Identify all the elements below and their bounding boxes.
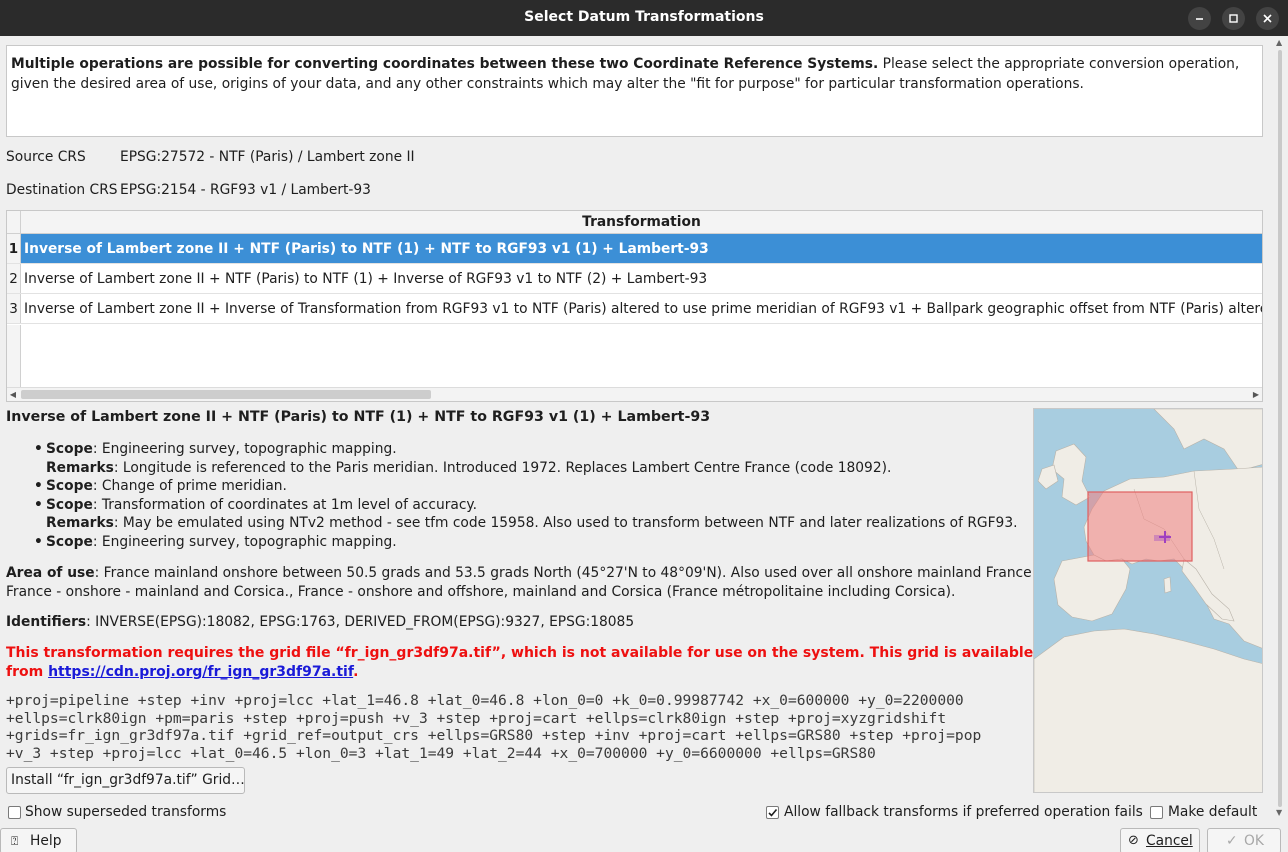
grid-download-link[interactable]: https://cdn.proj.org/fr_ign_gr3df97a.tif xyxy=(48,664,353,680)
remarks-line: Remarks: May be emulated using NTv2 meth… xyxy=(46,514,1018,533)
identifiers-value: : INVERSE(EPSG):18082, EPSG:1763, DERIVE… xyxy=(86,614,635,630)
scroll-up-icon[interactable]: ▲ xyxy=(1276,38,1282,47)
empty-row-gutter xyxy=(7,325,21,388)
ok-check-icon: ✓ xyxy=(1226,833,1238,849)
missing-grid-warning: This transformation requires the grid fi… xyxy=(6,644,1142,682)
description-box: Multiple operations are possible for con… xyxy=(6,45,1263,137)
list-item: • Scope: Transformation of coordinates a… xyxy=(34,496,1018,533)
table-row[interactable]: 1 Inverse of Lambert zone II + NTF (Pari… xyxy=(7,234,1262,264)
make-default-checkbox[interactable] xyxy=(1150,806,1163,819)
row-text: Inverse of Lambert zone II + NTF (Paris)… xyxy=(24,271,708,287)
dialog-vertical-scrollbar[interactable]: ▲ ▼ xyxy=(1272,36,1288,821)
row-text: Inverse of Lambert zone II + NTF (Paris)… xyxy=(21,234,1262,263)
scope-value: : Engineering survey, topographic mappin… xyxy=(92,441,397,457)
area-of-use-label: Area of use xyxy=(6,565,95,581)
remarks-value: : Longitude is referenced to the Paris m… xyxy=(113,459,892,476)
scope-label: Scope xyxy=(46,533,93,550)
bullet-icon: • xyxy=(34,478,43,495)
list-item: • Scope: Engineering survey, topographic… xyxy=(34,440,1017,478)
list-item: • Scope: Change of prime meridian. xyxy=(34,477,1017,496)
destination-crs-label: Destination CRS xyxy=(6,182,118,198)
cancel-icon: ⊘ xyxy=(1128,833,1139,848)
scroll-left-icon[interactable]: ◀ xyxy=(7,388,19,401)
warning-text: This transformation requires the grid fi… xyxy=(6,645,1142,661)
row-number: 3 xyxy=(7,294,21,323)
destination-crs-value: EPSG:2154 - RGF93 v1 / Lambert-93 xyxy=(120,182,371,198)
row-number: 1 xyxy=(7,234,21,263)
proj-line: +grids=fr_ign_gr3df97a.tif +grid_ref=out… xyxy=(6,727,982,744)
proj-pipeline-text: +proj=pipeline +step +inv +proj=lcc +lat… xyxy=(6,692,981,762)
area-of-use-map xyxy=(1033,408,1263,793)
cancel-label: Cancel xyxy=(1146,833,1193,849)
allow-fallback-checkbox[interactable] xyxy=(766,806,779,819)
window-titlebar: Select Datum Transformations xyxy=(0,0,1288,36)
remarks-line: Remarks: Longitude is referenced to the … xyxy=(46,459,1017,478)
area-of-use-value: : France mainland onshore between 50.5 g… xyxy=(94,565,1041,581)
bullet-icon: • xyxy=(34,441,43,457)
area-of-use-value-2: France - onshore - mainland and Corsica.… xyxy=(6,583,956,600)
remarks-value: : May be emulated using NTv2 method - se… xyxy=(113,515,1018,532)
transformation-column-header[interactable]: Transformation xyxy=(21,214,1262,230)
row-number: 2 xyxy=(7,264,21,293)
proj-line: +ellps=clrk80ign +pm=paris +step +proj=p… xyxy=(6,709,947,727)
minimize-icon xyxy=(1196,18,1203,20)
map-graphic xyxy=(1034,409,1262,792)
remarks-label: Remarks xyxy=(46,515,114,532)
row-text: Inverse of Lambert zone II + Inverse of … xyxy=(24,301,1262,317)
bullet-icon: • xyxy=(34,496,43,513)
warning-from: from xyxy=(6,664,49,680)
table-horizontal-scrollbar[interactable]: ◀ ▶ xyxy=(7,387,1262,401)
help-label: Help xyxy=(30,833,62,849)
description-bold: Multiple operations are possible for con… xyxy=(11,56,879,72)
help-icon: ⍰ xyxy=(11,834,19,848)
cancel-button[interactable]: ⊘ Cancel xyxy=(1120,828,1200,852)
scope-list: • Scope: Engineering survey, topographic… xyxy=(34,440,1018,552)
details-title: Inverse of Lambert zone II + NTF (Paris)… xyxy=(6,409,711,425)
scope-value: : Transformation of coordinates at 1m le… xyxy=(92,496,477,513)
bullet-icon: • xyxy=(34,533,43,550)
identifiers-label: Identifiers xyxy=(6,614,87,630)
close-button[interactable] xyxy=(1256,7,1279,30)
table-row[interactable]: 3 Inverse of Lambert zone II + Inverse o… xyxy=(7,294,1262,324)
proj-line: +proj=pipeline +step +inv +proj=lcc +lat… xyxy=(6,692,964,709)
ok-button[interactable]: ✓ OK xyxy=(1207,828,1281,852)
make-default-label[interactable]: Make default xyxy=(1168,804,1257,820)
ok-label: OK xyxy=(1244,833,1264,849)
window-title: Select Datum Transformations xyxy=(524,9,764,25)
scope-label: Scope xyxy=(46,478,93,495)
check-icon xyxy=(768,808,778,817)
dialog-content: Multiple operations are possible for con… xyxy=(0,36,1288,852)
scope-value: : Change of prime meridian. xyxy=(92,478,287,495)
remarks-label: Remarks xyxy=(46,459,114,476)
area-of-use: Area of use: France mainland onshore bet… xyxy=(6,564,1040,601)
maximize-icon xyxy=(1229,14,1238,23)
scrollbar-thumb[interactable] xyxy=(21,390,431,399)
show-superseded-label[interactable]: Show superseded transforms xyxy=(25,804,226,820)
proj-line: +v_3 +step +proj=lcc +lat_0=46.5 +lon_0=… xyxy=(6,744,876,762)
identifiers: Identifiers: INVERSE(EPSG):18082, EPSG:1… xyxy=(6,613,634,632)
source-crs-value: EPSG:27572 - NTF (Paris) / Lambert zone … xyxy=(120,149,415,165)
scope-value: : Engineering survey, topographic mappin… xyxy=(92,533,397,550)
scroll-right-icon[interactable]: ▶ xyxy=(1250,388,1262,401)
table-corner xyxy=(7,211,21,234)
maximize-button[interactable] xyxy=(1222,7,1245,30)
table-header: Transformation xyxy=(7,211,1262,234)
help-button[interactable]: ⍰ Help xyxy=(0,828,77,852)
area-of-use-extent xyxy=(1087,491,1193,562)
source-crs-label: Source CRS xyxy=(6,149,86,165)
scope-label: Scope xyxy=(46,441,93,457)
table-row[interactable]: 2 Inverse of Lambert zone II + NTF (Pari… xyxy=(7,264,1262,294)
scope-label: Scope xyxy=(46,496,93,513)
scrollbar-thumb[interactable] xyxy=(1278,50,1282,807)
show-superseded-checkbox[interactable] xyxy=(8,806,21,819)
install-grid-button[interactable]: Install “fr_ign_gr3df97a.tif” Grid… xyxy=(6,767,245,794)
list-item: • Scope: Engineering survey, topographic… xyxy=(34,533,1017,552)
minimize-button[interactable] xyxy=(1188,7,1211,30)
warning-end: . xyxy=(353,664,359,680)
transformations-table[interactable]: Transformation 1 Inverse of Lambert zone… xyxy=(6,210,1263,402)
close-icon xyxy=(1263,14,1272,23)
allow-fallback-label[interactable]: Allow fallback transforms if preferred o… xyxy=(784,804,1143,820)
scroll-down-icon[interactable]: ▼ xyxy=(1276,808,1282,817)
